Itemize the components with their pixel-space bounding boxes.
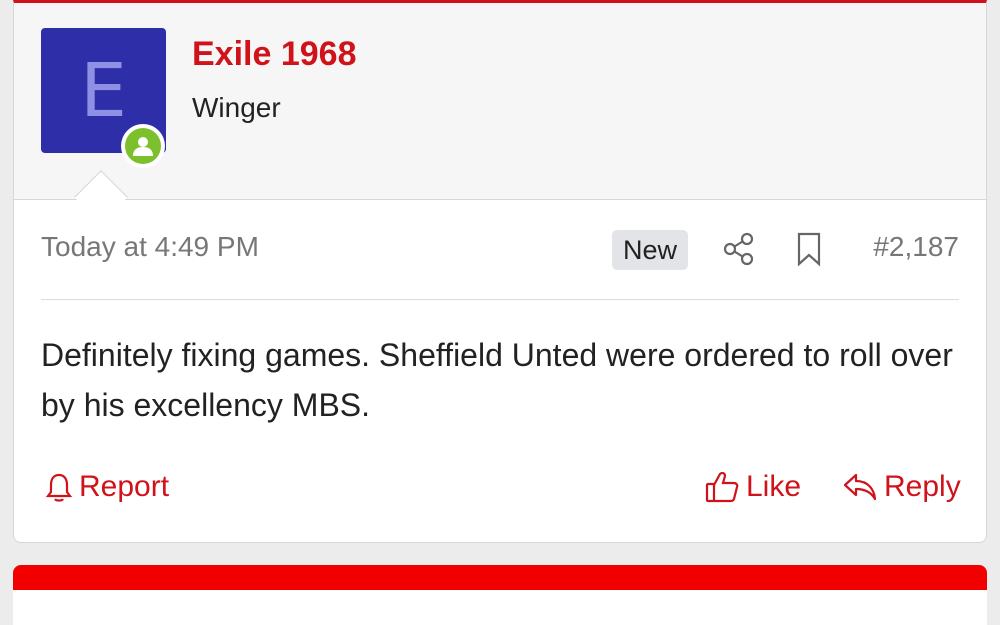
- post-meta: Today at 4:49 PM New #2,187: [41, 225, 959, 275]
- username[interactable]: Exile 1968: [192, 35, 356, 74]
- bell-icon: [45, 473, 73, 502]
- reply-icon: [843, 473, 877, 501]
- new-badge: New: [612, 230, 689, 270]
- user-info-block: E Exile 1968 Winger: [14, 3, 986, 200]
- post-number-link[interactable]: #2,187: [873, 231, 959, 263]
- user-title: Winger: [192, 92, 281, 123]
- post-date[interactable]: Today at 4:49 PM: [41, 231, 259, 263]
- reply-button[interactable]: Reply: [842, 465, 961, 509]
- forum-post: E Exile 1968 Winger Today at 4:49 PM New: [13, 0, 987, 543]
- share-icon[interactable]: [721, 231, 757, 267]
- like-button[interactable]: Like: [704, 465, 801, 509]
- next-post-card: [13, 565, 987, 625]
- avatar-letter: E: [80, 47, 127, 134]
- thumbs-up-icon: [705, 471, 739, 503]
- report-button[interactable]: Report: [45, 465, 169, 509]
- online-user-icon: [125, 128, 161, 164]
- bookmark-icon[interactable]: [794, 231, 824, 267]
- post-message: Definitely fixing games. Sheffield Unted…: [41, 337, 953, 423]
- reply-label: Reply: [884, 470, 961, 503]
- report-label: Report: [79, 470, 170, 503]
- divider: [41, 299, 959, 300]
- online-status: [121, 124, 165, 168]
- like-label: Like: [746, 470, 802, 503]
